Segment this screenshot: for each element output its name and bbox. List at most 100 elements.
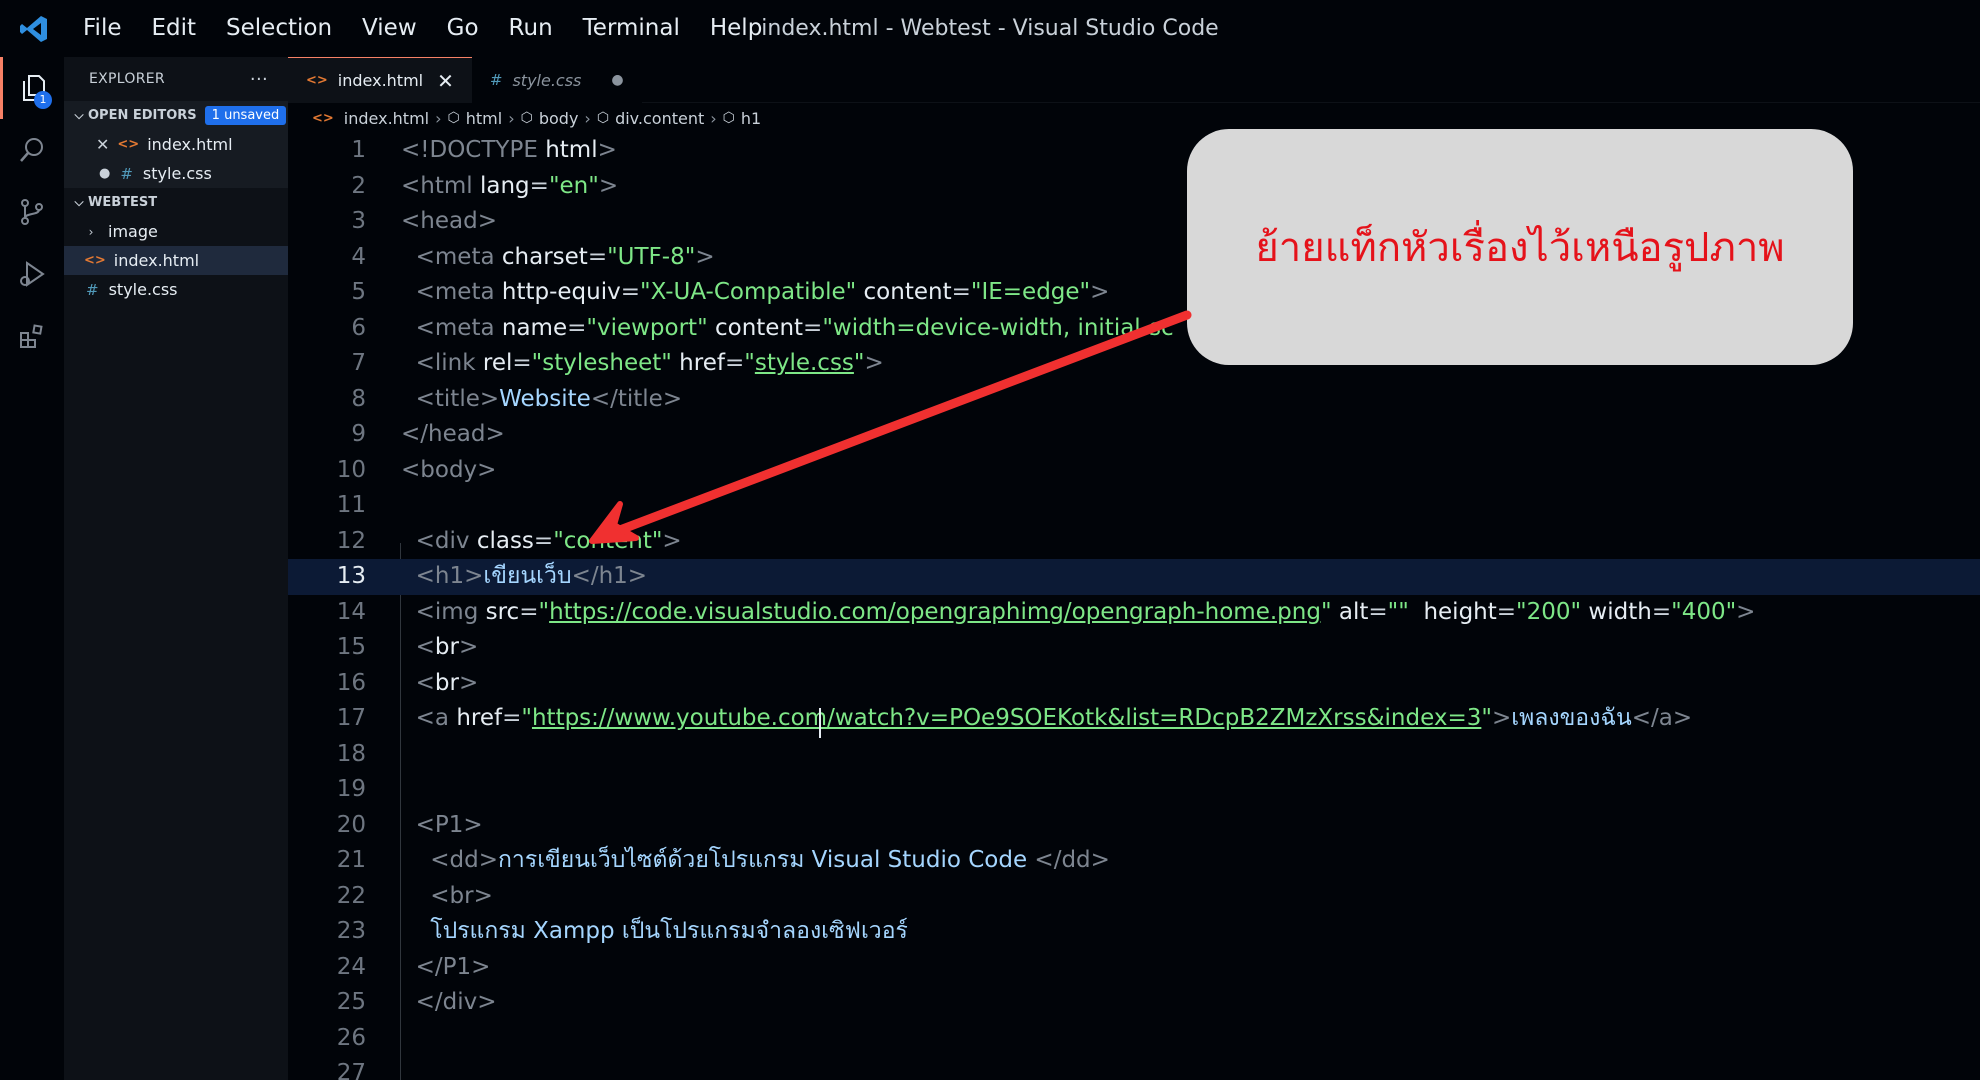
- code-line[interactable]: 19: [288, 772, 1980, 808]
- line-number: 10: [336, 456, 366, 483]
- explorer-title: EXPLORER: [89, 71, 165, 87]
- line-number: 5: [351, 279, 366, 305]
- unsaved-dot-icon[interactable]: ●: [611, 72, 623, 88]
- line-number: 16: [336, 669, 366, 696]
- code-text: <h1>เขียนเว็บ</h1>: [415, 563, 648, 589]
- unsaved-badge: 1 unsaved: [204, 106, 287, 125]
- code-line[interactable]: 12 <div class="content">: [288, 524, 1980, 560]
- html-file-icon: <>: [117, 137, 140, 152]
- element-icon: ⬡: [722, 110, 735, 126]
- html-file-icon: <>: [84, 253, 106, 268]
- menu-file[interactable]: File: [68, 0, 137, 57]
- explorer-badge: 1: [34, 91, 52, 109]
- breadcrumb-item[interactable]: html: [466, 109, 502, 128]
- code-line[interactable]: 20 <P1>: [288, 808, 1980, 844]
- code-line[interactable]: 26: [288, 1021, 1980, 1057]
- more-actions-icon[interactable]: ···: [250, 69, 268, 90]
- code-line[interactable]: 14 <img src="https://code.visualstudio.c…: [288, 595, 1980, 631]
- breadcrumb-item[interactable]: body: [539, 109, 579, 128]
- tab-style-css[interactable]: # style.css ●: [471, 57, 642, 103]
- menu-go[interactable]: Go: [432, 0, 494, 57]
- run-debug-activity-button[interactable]: [0, 243, 64, 305]
- unsaved-dot-icon[interactable]: ●: [99, 166, 110, 181]
- code-text: <P1>: [415, 811, 483, 838]
- chevron-right-icon: ›: [88, 224, 94, 239]
- tree-item-label: index.html: [113, 251, 200, 270]
- code-line[interactable]: 17 <a href="https://www.youtube.com/watc…: [288, 701, 1980, 737]
- menu-edit[interactable]: Edit: [137, 0, 212, 57]
- code-line[interactable]: 21 <dd>การเขียนเว็บไซต์ด้วยโปรแกรม Visua…: [288, 843, 1980, 879]
- line-number: 22: [336, 882, 366, 909]
- code-line[interactable]: 15 <br>: [288, 630, 1980, 666]
- code-line[interactable]: 10 <body>: [288, 453, 1980, 489]
- tree-item-folder[interactable]: › image: [64, 217, 288, 246]
- extensions-activity-button[interactable]: [0, 305, 64, 367]
- explorer-activity-button[interactable]: 1: [0, 57, 64, 119]
- line-number: 21: [336, 847, 366, 873]
- code-text: <img src="https://code.visualstudio.com/…: [415, 598, 1756, 625]
- line-number: 18: [336, 740, 366, 767]
- source-control-icon: [21, 199, 43, 225]
- code-line[interactable]: 18: [288, 737, 1980, 773]
- open-editor-item-style[interactable]: ● # style.css: [64, 159, 288, 188]
- code-line[interactable]: 8 <title>Website</title>: [288, 382, 1980, 418]
- line-number: 17: [336, 705, 366, 731]
- open-editors-section[interactable]: ⌵ OPEN EDITORS 1 unsaved: [64, 101, 288, 130]
- annotation-callout: ย้ายแท็กหัวเรื่องไว้เหนือรูปภาพ: [1187, 129, 1853, 365]
- code-line[interactable]: 11: [288, 488, 1980, 524]
- search-activity-button[interactable]: [0, 119, 64, 181]
- code-line[interactable]: 25 </div>: [288, 985, 1980, 1021]
- tab-label: style.css: [512, 70, 582, 90]
- open-editor-item-index[interactable]: ✕ <> index.html: [64, 130, 288, 159]
- line-number: 9: [351, 421, 366, 447]
- code-text: </div>: [415, 989, 497, 1015]
- open-editor-label: style.css: [142, 164, 212, 183]
- menu-terminal[interactable]: Terminal: [568, 0, 695, 57]
- breadcrumb-item[interactable]: div.content: [615, 109, 704, 128]
- code-text: <a href="https://www.youtube.com/watch?v…: [415, 705, 1693, 731]
- menu-help[interactable]: Help: [695, 0, 777, 57]
- line-number: 25: [336, 989, 366, 1015]
- code-line-current[interactable]: 13 <h1>เขียนเว็บ</h1>: [288, 559, 1980, 595]
- css-file-icon: #: [489, 71, 503, 89]
- breadcrumb-item[interactable]: h1: [741, 109, 761, 128]
- chevron-right-icon: ›: [508, 108, 515, 128]
- close-icon[interactable]: ✕: [96, 135, 109, 154]
- code-text: <link rel="stylesheet" href="style.css">: [415, 350, 884, 376]
- activity-bar: 1: [0, 57, 64, 1080]
- code-line[interactable]: 23 โปรแกรม Xampp เป็นโปรแกรมจำลองเซิฟเวอ…: [288, 914, 1980, 950]
- breadcrumb-item[interactable]: index.html: [344, 109, 429, 128]
- code-text: <meta name="viewport" content="width=dev…: [415, 314, 1174, 341]
- close-icon[interactable]: ✕: [437, 69, 454, 93]
- source-control-activity-button[interactable]: [0, 181, 64, 243]
- element-icon: ⬡: [596, 110, 610, 126]
- menu-bar: File Edit Selection View Go Run Terminal…: [68, 0, 777, 57]
- css-file-icon: #: [86, 280, 99, 299]
- tab-bar: <> index.html ✕ # style.css ●: [288, 57, 1980, 103]
- code-line[interactable]: 9 </head>: [288, 417, 1980, 453]
- line-number: 23: [336, 918, 366, 944]
- line-number: 12: [336, 527, 366, 554]
- menu-selection[interactable]: Selection: [211, 0, 347, 57]
- open-editor-label: index.html: [147, 135, 233, 154]
- line-number: 24: [336, 953, 366, 980]
- code-line[interactable]: 16 <br>: [288, 666, 1980, 702]
- code-line[interactable]: 22 <br>: [288, 879, 1980, 915]
- tree-item-style-css[interactable]: # style.css: [64, 275, 288, 304]
- chevron-right-icon: ›: [435, 108, 442, 128]
- css-file-icon: #: [120, 164, 133, 183]
- code-line[interactable]: 24 </P1>: [288, 950, 1980, 986]
- text-cursor: [819, 708, 821, 738]
- code-line[interactable]: 27: [288, 1056, 1980, 1080]
- line-number: 6: [351, 314, 366, 341]
- code-text: <title>Website</title>: [415, 385, 683, 412]
- menu-run[interactable]: Run: [494, 0, 568, 57]
- html-file-icon: <>: [306, 73, 328, 88]
- menu-view[interactable]: View: [347, 0, 432, 57]
- explorer-sidebar: EXPLORER ··· ⌵ OPEN EDITORS 1 unsaved ✕ …: [64, 57, 288, 1080]
- chevron-right-icon: ›: [710, 108, 717, 128]
- workspace-section[interactable]: ⌵ WEBTEST: [64, 188, 288, 217]
- line-number: 14: [336, 598, 366, 625]
- tree-item-index-html[interactable]: <> index.html: [64, 246, 288, 275]
- tab-index-html[interactable]: <> index.html ✕: [288, 57, 472, 103]
